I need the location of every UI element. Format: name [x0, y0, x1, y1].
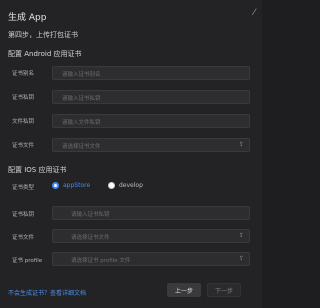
android-section-title: 配置 Android 应用证书 — [8, 50, 82, 58]
android-private-key-label: 证书私钥 — [12, 95, 35, 101]
next-step-button[interactable]: 下一步 — [207, 283, 241, 297]
help-doc-link[interactable]: 不会生成证书？查看详细文档 — [8, 288, 86, 297]
step-description: 第四步，上传打包证书 — [8, 31, 78, 39]
android-private-key-placeholder: 请输入证书私钥 — [62, 96, 101, 102]
radio-appstore-label: appStore — [63, 182, 91, 189]
ios-private-key-placeholder: 请输入证书私钥 — [71, 212, 110, 218]
ios-cert-file-placeholder: 请选择证书文件 — [71, 235, 110, 241]
close-icon[interactable]: ⁄ — [253, 8, 255, 18]
ios-private-key-label: 证书私钥 — [12, 212, 35, 218]
ios-cert-file-input[interactable]: 请选择证书文件 ⇪ — [52, 229, 250, 243]
ios-profile-placeholder: 请选择证书 profile 文件 — [71, 258, 131, 264]
android-file-key-input[interactable]: 请输入文件私钥 — [52, 114, 250, 128]
ios-profile-input[interactable]: 请选择证书 profile 文件 ⇪ — [52, 252, 250, 266]
ios-cert-type-label: 证书类型 — [12, 185, 35, 191]
android-file-key-label: 文件私钥 — [12, 119, 35, 125]
android-alias-placeholder: 请输入证书别名 — [62, 72, 101, 78]
ios-cert-file-label: 证书文件 — [12, 235, 35, 241]
android-alias-input[interactable]: 请输入证书别名 — [52, 66, 250, 80]
upload-icon[interactable]: ⇪ — [239, 141, 244, 148]
android-cert-file-input[interactable]: 请选择证书文件 ⇪ — [52, 138, 250, 152]
dialog-title: 生成 App — [8, 13, 47, 23]
radio-selected-icon — [52, 182, 59, 189]
radio-develop[interactable]: develop — [108, 182, 143, 189]
ios-section-title: 配置 IOS 应用证书 — [8, 166, 67, 174]
android-private-key-input[interactable]: 请输入证书私钥 — [52, 90, 250, 104]
radio-unselected-icon — [108, 182, 115, 189]
android-alias-label: 证书别名 — [12, 71, 35, 77]
radio-develop-label: develop — [119, 182, 143, 189]
generate-app-dialog: 生成 App ⁄ 第四步，上传打包证书 配置 Android 应用证书 证书别名… — [0, 0, 262, 308]
ios-private-key-input[interactable]: 请输入证书私钥 — [52, 206, 250, 220]
prev-step-button[interactable]: 上一步 — [167, 283, 201, 297]
radio-appstore[interactable]: appStore — [52, 182, 90, 189]
android-cert-file-label: 证书文件 — [12, 143, 35, 149]
upload-icon[interactable]: ⇪ — [239, 232, 244, 239]
android-cert-file-placeholder: 请选择证书文件 — [62, 144, 101, 150]
upload-icon[interactable]: ⇪ — [239, 255, 244, 262]
ios-profile-label: 证书 profile — [12, 258, 43, 264]
android-file-key-placeholder: 请输入文件私钥 — [62, 120, 101, 126]
